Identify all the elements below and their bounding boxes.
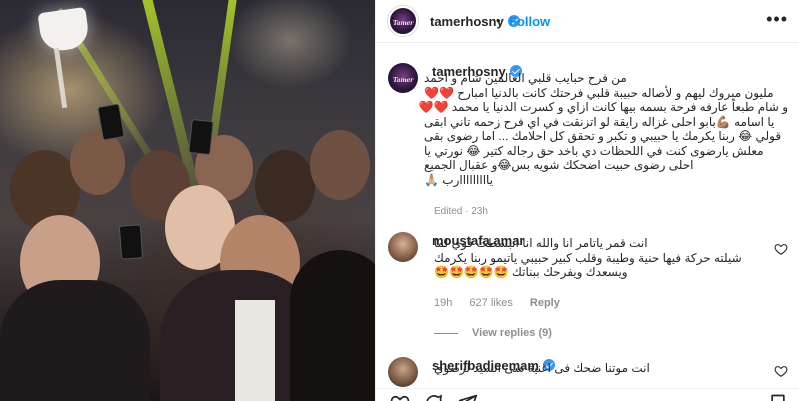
- raised-phone: [118, 224, 144, 260]
- share-icon[interactable]: [458, 393, 478, 401]
- raised-phone: [188, 118, 214, 156]
- post-action-bar: [376, 388, 799, 401]
- caption-line: يااااااااارب 🙏🏼: [424, 172, 494, 187]
- avatar-logo-text: Tamer: [392, 76, 414, 84]
- heart-icon[interactable]: [390, 393, 410, 401]
- author-username[interactable]: tamerhosny: [430, 14, 520, 29]
- reply-button[interactable]: Reply: [530, 297, 560, 309]
- comment-likes[interactable]: 627 likes: [469, 297, 512, 309]
- more-options-icon[interactable]: •••: [766, 9, 788, 30]
- comment-text: انت موتنا ضحك فى اغنية سى السيد لرضوي: [434, 361, 774, 376]
- view-replies-label[interactable]: View replies (9): [472, 327, 552, 339]
- caption-line: قولي 😂 ربنا يكرمك يا حبيبي و تكبر و تحقق…: [424, 129, 782, 143]
- caption-line: مليون مبروك ليهم و لأصاله حبيبة قلبي فرح…: [424, 85, 774, 100]
- commenter-avatar[interactable]: [388, 357, 418, 387]
- caption-author-avatar[interactable]: Tamer: [388, 63, 418, 93]
- comment-line: شيلته حركة فيها حنية وطيبة وقلب كبير حبي…: [434, 250, 742, 265]
- caption-line: يا اسامه 💪🏽بابو احلى غزاله رايقة لو اتزن…: [424, 114, 775, 129]
- edited-timestamp: Edited · 23h: [434, 206, 488, 217]
- caption-line: معلش يارضوى كنت في اللحظات دي باخد حق رج…: [424, 143, 764, 158]
- bookmark-icon[interactable]: [768, 393, 788, 401]
- post-details-panel: Tamer tamerhosny • Follow ••• Tamer tame…: [375, 0, 799, 401]
- comment-line: ويسعدك ويفرحك ببناتك 🤩🤩🤩🤩🤩: [434, 265, 628, 279]
- white-shirt: [235, 300, 275, 401]
- caption-line: احلى رضوى حبيت اضحكك شويه بس😂و عقبال الج…: [424, 158, 694, 172]
- caption-line: من فرح حبايب قلبي العالمين شام و احمد: [424, 71, 627, 85]
- crowd-body: [290, 250, 375, 401]
- comment-icon[interactable]: [424, 393, 444, 401]
- comment-line: انت موتنا ضحك فى اغنية سى السيد لرضوي: [434, 361, 650, 375]
- avatar-logo-text: Tamer: [392, 19, 414, 27]
- caption-line: و شام طبعاً عارفه فرحة بسمه بيها كانت از…: [418, 100, 788, 114]
- heart-icon[interactable]: [774, 242, 788, 256]
- crowd-body: [0, 280, 150, 401]
- lantern-stick: [53, 47, 68, 109]
- heart-icon[interactable]: [774, 364, 788, 378]
- view-replies-button[interactable]: View replies (9): [434, 327, 552, 339]
- replies-divider-line: [434, 332, 458, 334]
- comment-meta: 19h 627 likes Reply: [434, 297, 574, 309]
- comment-text: انت قمر ياتامر انا والله انا انبسطت قوي …: [434, 236, 774, 280]
- crowd-person: [255, 150, 315, 222]
- author-avatar[interactable]: Tamer: [388, 6, 418, 36]
- comment-time: 19h: [434, 297, 453, 309]
- post-media-video[interactable]: [0, 0, 375, 401]
- crowd-person: [310, 130, 370, 200]
- follow-button[interactable]: Follow: [509, 14, 550, 29]
- separator-dot: •: [496, 13, 501, 28]
- comment-line: انت قمر ياتامر انا والله انا انبسطت قوي …: [434, 236, 648, 250]
- post-header: Tamer tamerhosny • Follow •••: [376, 0, 799, 43]
- crowd-person: [70, 130, 125, 195]
- author-username-text[interactable]: tamerhosny: [430, 14, 504, 29]
- caption-text: من فرح حبايب قلبي العالمين شام و احمد مل…: [418, 71, 788, 187]
- commenter-avatar[interactable]: [388, 232, 418, 262]
